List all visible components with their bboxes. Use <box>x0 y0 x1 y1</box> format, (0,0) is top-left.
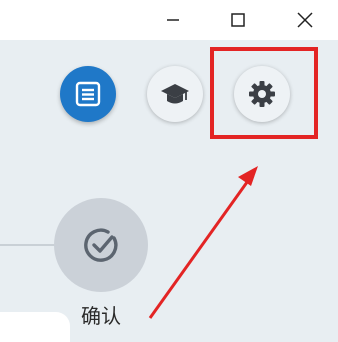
minimize-icon <box>167 19 179 21</box>
confirm-button[interactable] <box>54 198 148 292</box>
close-button[interactable] <box>287 6 323 34</box>
confirm-label: 确认 <box>81 304 121 328</box>
progress-line <box>0 244 62 246</box>
title-bar <box>0 0 338 40</box>
graduation-cap-icon <box>161 84 189 104</box>
check-icon <box>84 228 118 262</box>
list-icon <box>75 81 101 107</box>
close-icon <box>297 12 313 28</box>
maximize-icon <box>231 13 245 27</box>
minimize-button[interactable] <box>155 6 191 34</box>
maximize-button[interactable] <box>220 6 256 34</box>
settings-highlight-box <box>210 47 318 139</box>
list-button[interactable] <box>60 66 116 122</box>
bottom-panel-tab <box>0 312 70 342</box>
course-button[interactable] <box>147 66 203 122</box>
